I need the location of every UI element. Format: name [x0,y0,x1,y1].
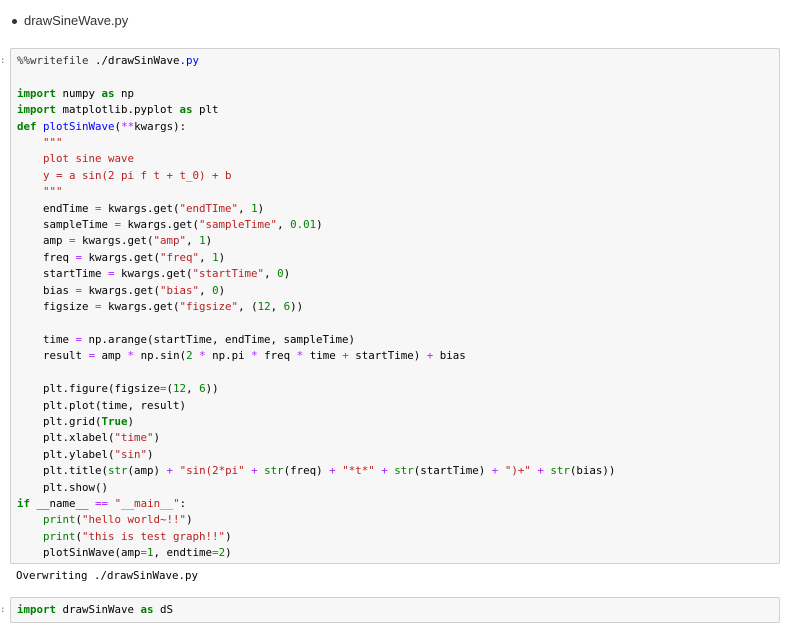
cell-prompt: : [0,605,6,615]
cell-prompt: : [0,56,6,66]
code-block[interactable]: import drawSinWave as dS [11,598,779,618]
list-item-label: drawSineWave.py [24,13,129,28]
markdown-cell[interactable]: drawSineWave.py [0,0,789,44]
bullet-icon [12,19,17,24]
code-cell-editor[interactable]: import drawSinWave as dS [10,597,780,623]
list-item: drawSineWave.py [12,12,129,30]
cell-output: Overwriting ./drawSinWave.py [16,569,199,582]
code-block[interactable]: %%writefile ./drawSinWave.py import nump… [11,49,779,562]
code-cell-editor[interactable]: %%writefile ./drawSinWave.py import nump… [10,48,780,564]
